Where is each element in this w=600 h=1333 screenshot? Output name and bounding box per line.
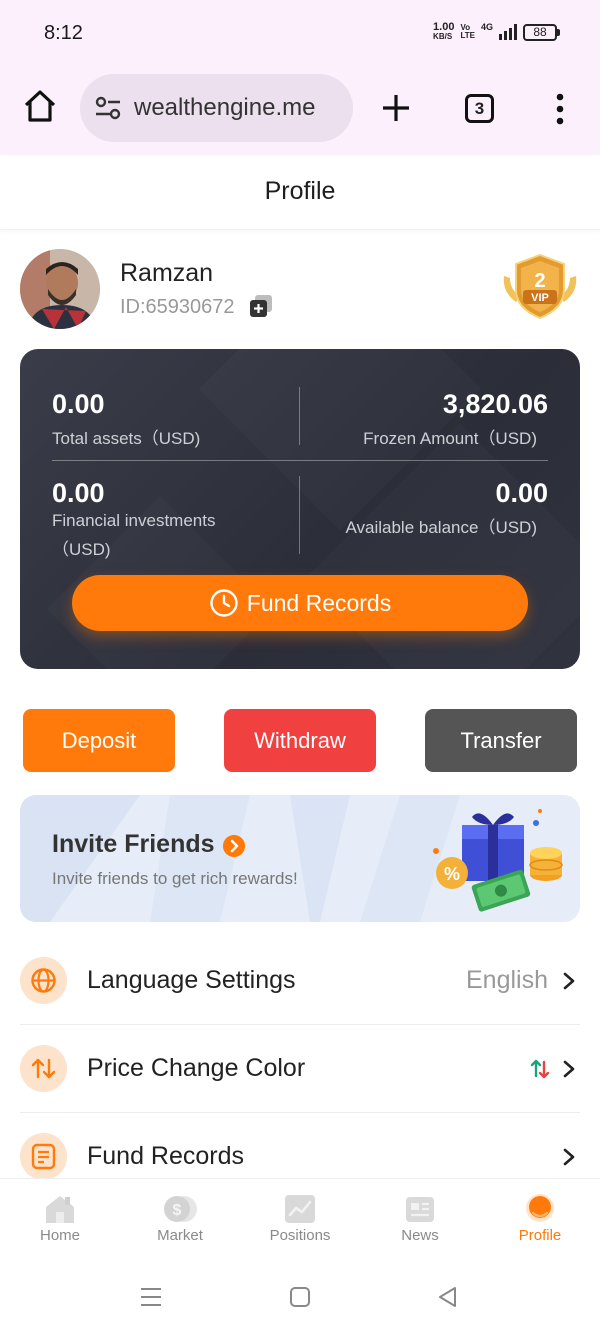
- nav-profile-label: Profile: [518, 1227, 562, 1244]
- back-icon[interactable]: [436, 1285, 458, 1309]
- page-title: Profile: [0, 155, 600, 230]
- chevron-right-icon: [563, 1060, 575, 1078]
- chevron-right-icon: [563, 972, 575, 990]
- user-name: Ramzan: [120, 259, 214, 287]
- clock-icon: [210, 589, 238, 617]
- up-down-color-icon: [530, 1059, 550, 1079]
- divider: [299, 387, 300, 445]
- svg-text:%: %: [444, 864, 460, 884]
- vip-level: 2: [534, 270, 545, 292]
- battery-icon: 88: [523, 23, 560, 41]
- available-balance-value: 0.00: [495, 478, 548, 508]
- status-time: 8:12: [44, 22, 83, 44]
- more-menu-icon[interactable]: [553, 92, 567, 126]
- financial-investments-value: 0.00: [52, 478, 105, 508]
- globe-icon: [20, 957, 67, 1004]
- tab-switcher-button[interactable]: 3: [465, 94, 494, 123]
- gift-reward-icon: %: [433, 809, 563, 912]
- invite-friends-banner[interactable]: Invite Friends Invite friends to get ric…: [20, 795, 580, 922]
- language-value: English: [466, 966, 548, 994]
- chevron-right-icon: [563, 1148, 575, 1166]
- available-balance-label: Available balance（USD): [345, 518, 537, 537]
- newspaper-icon: [406, 1197, 434, 1222]
- divider: [299, 476, 300, 554]
- swap-arrows-icon: [20, 1045, 67, 1092]
- nav-news[interactable]: News: [360, 1179, 480, 1263]
- coin-icon: $: [164, 1196, 197, 1222]
- svg-text:$: $: [173, 1202, 182, 1219]
- fund-records-label: Fund Records: [87, 1142, 245, 1170]
- asset-card: 0.00 Total assets（USD) 3,820.06 Frozen A…: [20, 349, 580, 669]
- avatar[interactable]: [20, 249, 100, 329]
- nav-news-label: News: [401, 1227, 439, 1244]
- vip-text: VIP: [531, 292, 549, 304]
- network-speed: 1.00 KB/S: [433, 21, 455, 42]
- site-settings-icon[interactable]: [94, 94, 122, 122]
- frozen-amount-label: Frozen Amount（USD): [363, 429, 537, 448]
- nav-profile[interactable]: Profile: [480, 1179, 600, 1263]
- deposit-button[interactable]: Deposit: [23, 709, 175, 772]
- system-nav-bar: [0, 1262, 600, 1333]
- fund-records-button-label: Fund Records: [246, 589, 392, 616]
- home-icon[interactable]: [22, 88, 58, 124]
- divider: [52, 460, 548, 461]
- nav-market[interactable]: $ Market: [120, 1179, 240, 1263]
- volte-icon: Vo LTE: [460, 23, 475, 40]
- recent-apps-icon[interactable]: [140, 1286, 162, 1308]
- language-settings-row[interactable]: Language Settings English: [20, 937, 580, 1025]
- browser-chrome: 8:12 1.00 KB/S Vo LTE 4G 88 wealthengine.…: [0, 0, 600, 155]
- signal-icon: [499, 24, 517, 40]
- vip-badge-icon: 2 VIP: [503, 253, 577, 320]
- withdraw-button[interactable]: Withdraw: [224, 709, 376, 772]
- nav-positions[interactable]: Positions: [240, 1179, 360, 1263]
- home-icon: [46, 1196, 74, 1223]
- financial-investments-label: Financial investments: [52, 511, 216, 530]
- price-change-color-label: Price Change Color: [87, 1054, 306, 1082]
- records-icon: [20, 1133, 67, 1180]
- profile-icon: [526, 1194, 554, 1222]
- nav-home[interactable]: Home: [0, 1179, 120, 1263]
- network-type: 4G: [480, 22, 493, 32]
- chevron-right-icon: [223, 835, 245, 857]
- url-bar[interactable]: wealthengine.me: [80, 74, 353, 142]
- bottom-nav: Home $ Market Positions News Profile: [0, 1178, 600, 1262]
- total-assets-value: 0.00: [52, 389, 105, 419]
- nav-home-label: Home: [39, 1227, 80, 1244]
- copy-icon[interactable]: [249, 294, 273, 318]
- transfer-button[interactable]: Transfer: [425, 709, 577, 772]
- language-settings-label: Language Settings: [87, 966, 296, 994]
- nav-market-label: Market: [157, 1227, 203, 1244]
- price-change-color-row[interactable]: Price Change Color: [20, 1025, 580, 1113]
- total-assets-label: Total assets（USD): [52, 429, 201, 448]
- invite-title: Invite Friends: [52, 830, 215, 858]
- chart-icon: [285, 1195, 315, 1223]
- fund-records-button[interactable]: Fund Records: [72, 575, 528, 631]
- new-tab-icon[interactable]: [380, 92, 412, 124]
- status-icons: 1.00 KB/S Vo LTE 4G 88: [433, 22, 560, 42]
- frozen-amount-value: 3,820.06: [442, 389, 548, 419]
- url-text[interactable]: wealthengine.me: [134, 94, 315, 122]
- invite-subtitle: Invite friends to get rich rewards!: [52, 869, 298, 888]
- home-nav-icon[interactable]: [289, 1286, 311, 1308]
- nav-positions-label: Positions: [269, 1227, 331, 1244]
- financial-investments-unit: （USD): [52, 540, 111, 559]
- user-id: ID:65930672: [120, 296, 235, 318]
